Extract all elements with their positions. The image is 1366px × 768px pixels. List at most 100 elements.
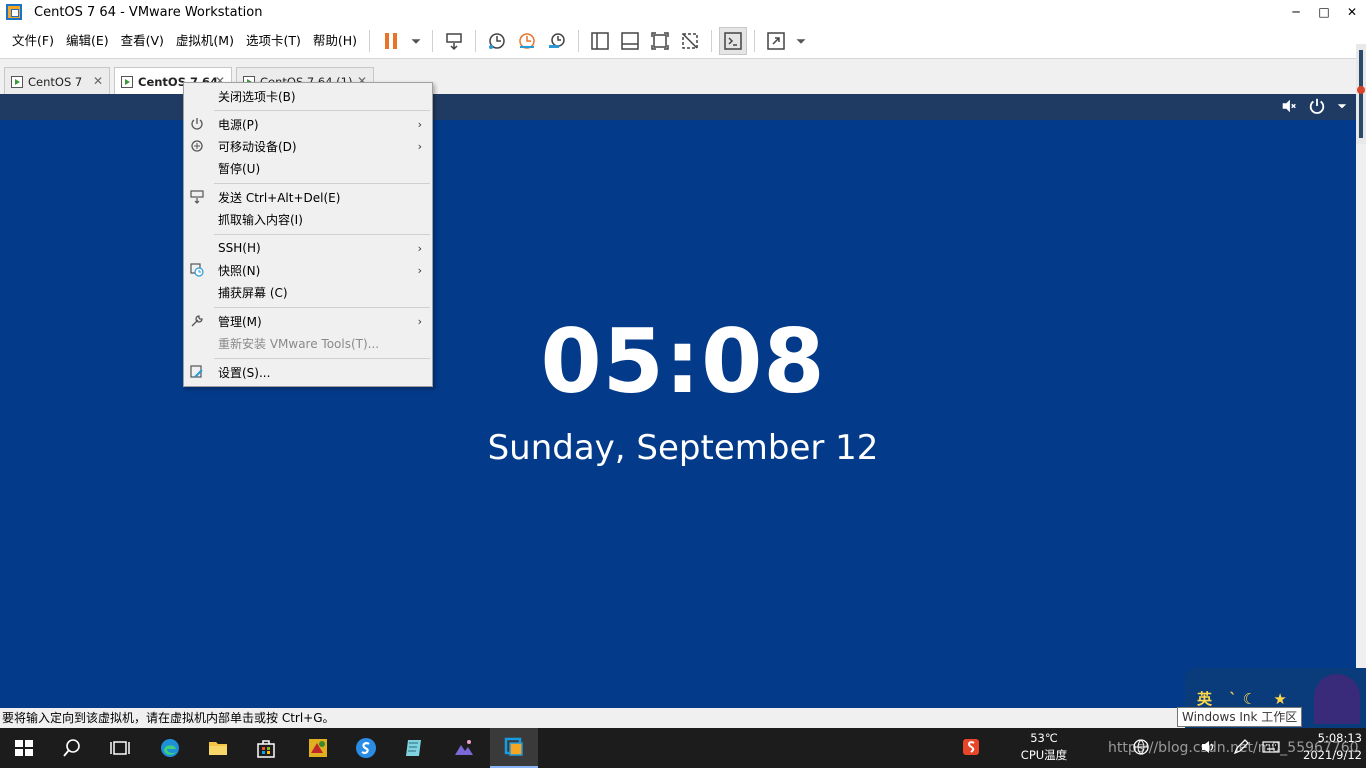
menu-help[interactable]: 帮助(H) xyxy=(307,24,363,58)
snapshot-manager-button[interactable] xyxy=(543,27,571,55)
stretch-dropdown-button[interactable] xyxy=(792,27,810,55)
menu-item-label: 抓取输入内容(I) xyxy=(218,212,303,227)
removable-device-icon xyxy=(191,140,203,152)
pause-icon xyxy=(385,33,398,49)
menu-item-grab-input[interactable]: 抓取输入内容(I) xyxy=(184,208,432,230)
tab-centos-7[interactable]: CentOS 7 ✕ xyxy=(4,67,110,95)
stretch-guest-button[interactable] xyxy=(762,27,790,55)
windows-logo-icon xyxy=(15,740,33,756)
menu-item-label: 管理(M) xyxy=(218,314,262,329)
pause-dropdown-button[interactable] xyxy=(407,27,425,55)
menu-item-settings[interactable]: 设置(S)... xyxy=(184,361,432,383)
menu-item-send-ctrl-alt-del[interactable]: 发送 Ctrl+Alt+Del(E) xyxy=(184,186,432,208)
notes-app-icon xyxy=(406,740,421,756)
submenu-arrow-icon: › xyxy=(417,263,422,277)
snapshot-icon xyxy=(190,263,204,277)
power-icon[interactable] xyxy=(1308,97,1326,115)
power-icon xyxy=(191,118,203,130)
taskbar-notes-app-button[interactable] xyxy=(390,728,438,768)
toolbar-separator xyxy=(711,30,713,52)
status-bar: 要将输入定向到该虚拟机，请在虚拟机内部单击或按 Ctrl+G。 xyxy=(0,708,1366,728)
menu-item-label: 关闭选项卡(B) xyxy=(218,89,296,104)
menu-item-label: SSH(H) xyxy=(218,241,261,255)
task-view-button[interactable] xyxy=(96,728,144,768)
menu-separator xyxy=(214,183,430,184)
game-app-icon xyxy=(309,739,327,757)
menu-edit[interactable]: 编辑(E) xyxy=(60,24,115,58)
taskbar-file-explorer-button[interactable] xyxy=(194,728,242,768)
cpu-temperature-label: CPU温度 xyxy=(1020,748,1068,762)
menu-toolbar: 文件(F) 编辑(E) 查看(V) 虚拟机(M) 选项卡(T) 帮助(H) xyxy=(0,24,1366,58)
pause-button[interactable] xyxy=(377,27,405,55)
menu-item-ssh[interactable]: SSH(H) › xyxy=(184,237,432,259)
vm-running-icon xyxy=(11,75,23,88)
unity-mode-button[interactable] xyxy=(676,27,704,55)
menu-item-close-tab[interactable]: 关闭选项卡(B) xyxy=(184,85,432,107)
lock-screen-date: Sunday, September 12 xyxy=(487,428,879,468)
taskbar-sogou-browser-button[interactable] xyxy=(342,728,390,768)
taskbar-game-app-button[interactable] xyxy=(294,728,342,768)
submenu-arrow-icon: › xyxy=(417,314,422,328)
volume-muted-icon[interactable] xyxy=(1280,97,1298,115)
menu-item-label: 电源(P) xyxy=(218,117,259,132)
tab-label: CentOS 7 xyxy=(28,74,83,89)
show-library-button[interactable] xyxy=(586,27,614,55)
submenu-arrow-icon: › xyxy=(417,117,422,131)
show-thumbnail-bar-button[interactable] xyxy=(616,27,644,55)
vm-running-icon xyxy=(121,75,133,88)
taskbar-photos-app-button[interactable] xyxy=(440,728,488,768)
tab-close-button[interactable]: ✕ xyxy=(93,74,103,88)
taskbar-edge-button[interactable] xyxy=(146,728,194,768)
menu-vm[interactable]: 虚拟机(M) xyxy=(170,24,240,58)
start-button[interactable] xyxy=(0,728,48,768)
toolbar-separator xyxy=(578,30,580,52)
store-bag-icon xyxy=(257,740,275,758)
submenu-arrow-icon: › xyxy=(417,139,422,153)
menu-item-label: 可移动设备(D) xyxy=(218,139,297,154)
chevron-down-icon xyxy=(411,39,421,44)
menu-item-snapshot[interactable]: 快照(N) › xyxy=(184,259,432,281)
menu-separator xyxy=(214,110,430,111)
submenu-arrow-icon: › xyxy=(417,241,422,255)
menu-separator xyxy=(214,358,430,359)
menu-separator xyxy=(214,307,430,308)
full-screen-button[interactable] xyxy=(646,27,674,55)
sogou-input-method-icon[interactable] xyxy=(962,738,980,756)
chevron-down-icon[interactable] xyxy=(1336,100,1348,112)
snapshot-button[interactable] xyxy=(483,27,511,55)
send-ctrl-alt-del-button[interactable] xyxy=(440,27,468,55)
unity-icon xyxy=(682,33,698,49)
task-view-icon xyxy=(110,741,130,755)
maximize-button[interactable]: □ xyxy=(1310,0,1338,24)
menu-item-manage[interactable]: 管理(M) › xyxy=(184,310,432,332)
minimize-button[interactable]: ─ xyxy=(1282,0,1310,24)
cpu-temperature-widget[interactable]: 53℃ CPU温度 xyxy=(1018,730,1070,764)
menu-item-capture-screen[interactable]: 捕获屏幕 (C) xyxy=(184,281,432,303)
close-button[interactable]: ✕ xyxy=(1338,0,1366,24)
taskbar-store-button[interactable] xyxy=(242,728,290,768)
menu-item-pause[interactable]: 暂停(U) xyxy=(184,157,432,179)
wrench-icon xyxy=(191,315,203,327)
edge-browser-icon xyxy=(161,739,179,757)
mountain-app-icon xyxy=(455,740,473,755)
search-button[interactable] xyxy=(48,728,96,768)
console-view-button[interactable] xyxy=(719,27,748,55)
settings-icon xyxy=(190,365,203,378)
send-keys-icon xyxy=(446,33,462,51)
menu-file[interactable]: 文件(F) xyxy=(6,24,60,58)
chevron-down-icon xyxy=(796,39,806,44)
menu-item-power[interactable]: 电源(P) › xyxy=(184,113,432,135)
cpu-temperature-value: 53℃ xyxy=(1030,731,1058,745)
vmware-workstation-icon xyxy=(504,737,523,756)
snapshot-icon xyxy=(489,33,505,49)
menu-item-label: 设置(S)... xyxy=(218,365,271,380)
menu-item-removable-devices[interactable]: 可移动设备(D) › xyxy=(184,135,432,157)
scroll-thumb[interactable] xyxy=(1357,86,1365,94)
menu-view[interactable]: 查看(V) xyxy=(115,24,170,58)
taskbar-vmware-button[interactable] xyxy=(490,728,538,768)
toolbar-separator xyxy=(475,30,477,52)
vertical-scrollbar[interactable] xyxy=(1356,44,1366,144)
menu-item-label: 发送 Ctrl+Alt+Del(E) xyxy=(218,190,341,205)
revert-snapshot-button[interactable] xyxy=(513,27,541,55)
menu-tabs[interactable]: 选项卡(T) xyxy=(240,24,307,58)
